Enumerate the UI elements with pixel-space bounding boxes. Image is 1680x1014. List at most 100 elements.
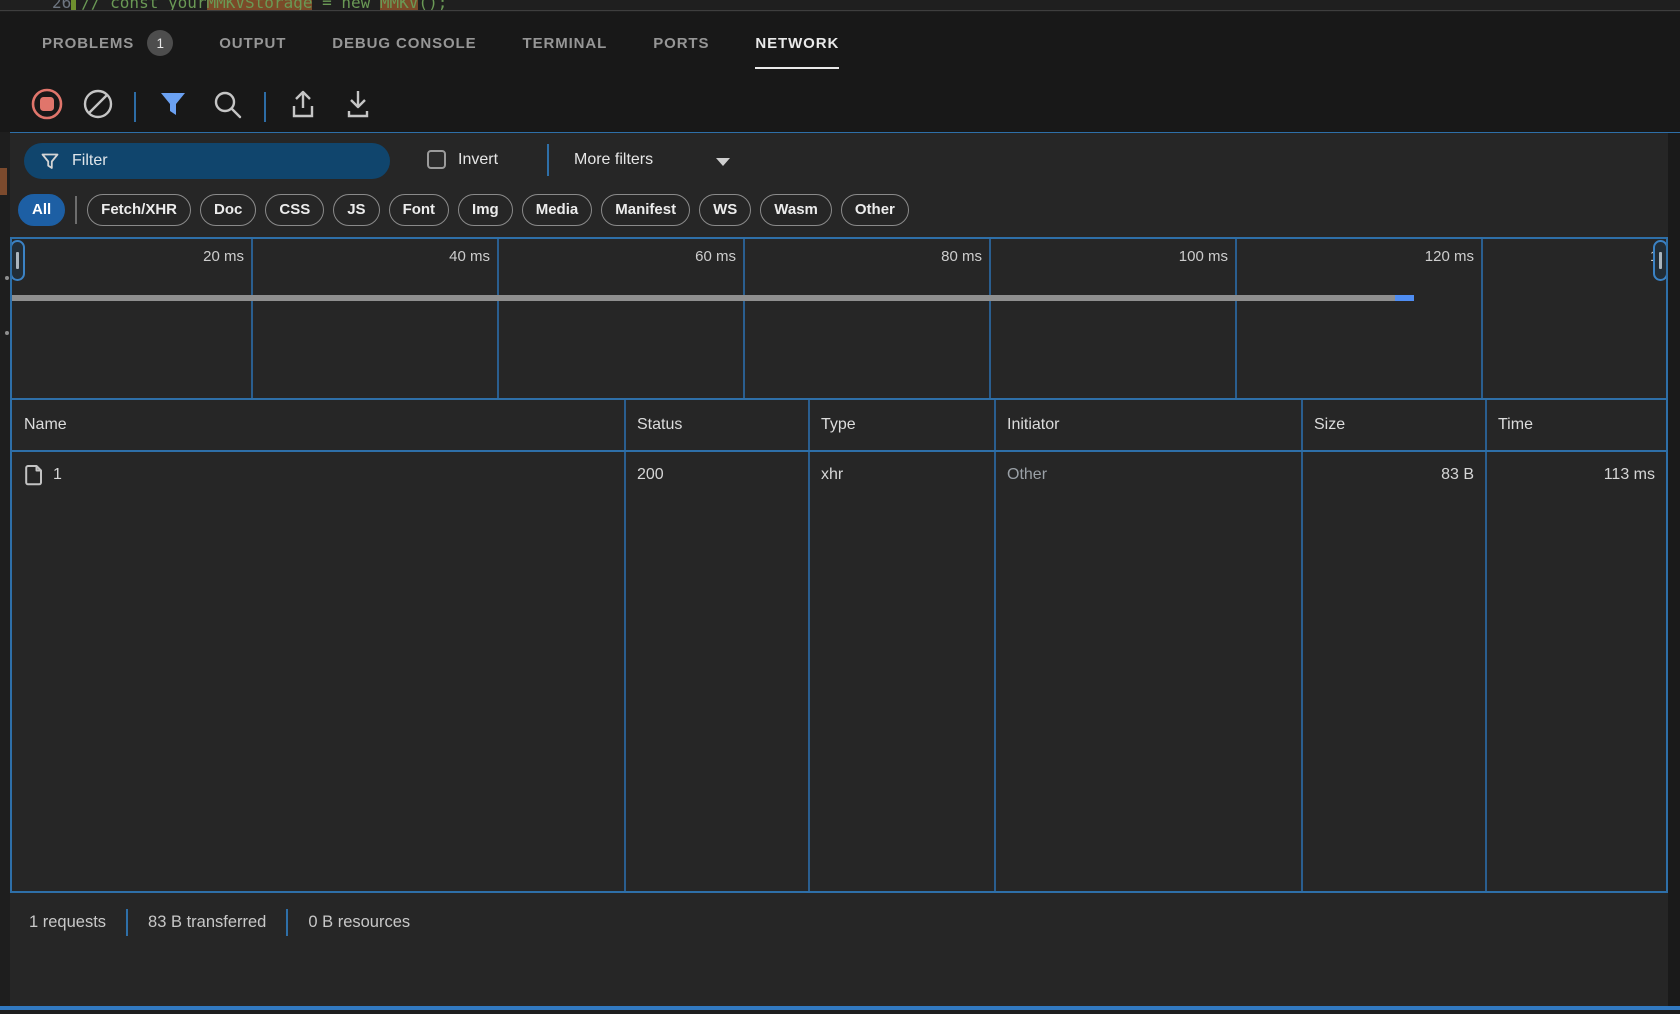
network-panel: Invert More filters All Fetch/XHR Doc CS… [10,133,1668,1006]
block-icon [82,88,114,120]
panel-bottom-border [0,1006,1680,1010]
filter-row-divider [547,144,549,176]
filter-chip-img[interactable]: Img [458,194,513,226]
vscode-panel-screen: 26// const yourMMKVStorage = new MMKV();… [0,0,1680,1014]
cell-name: 1 [12,452,624,498]
request-row[interactable]: 1 200 xhr Other 83 B 113 ms [12,452,1666,498]
filter-chip-other[interactable]: Other [841,194,909,226]
handle-grip [1659,252,1662,269]
record-button[interactable] [29,86,65,122]
tab-network-label: NETWORK [755,35,839,52]
toolbar-divider [134,92,136,122]
scroll-decoration [0,168,7,195]
column-header-initiator[interactable]: Initiator [995,400,1301,450]
filter-chip-wasm[interactable]: Wasm [760,194,832,226]
table-header: Name Status Type Initiator Size Time [12,400,1666,452]
overview-waterfall-bar [12,295,1395,301]
editor-code-sliver: 26// const yourMMKVStorage = new MMKV(); [0,0,1680,11]
chip-separator [75,196,77,224]
timeline-gridline [497,239,499,398]
column-header-time[interactable]: Time [1486,400,1666,450]
filter-chip-js[interactable]: JS [333,194,379,226]
filter-chip-fetch-xhr[interactable]: Fetch/XHR [87,194,191,226]
timeline-gridline [251,239,253,398]
search-icon [212,89,242,119]
line-number: 26 [52,0,71,11]
request-name: 1 [53,466,62,484]
invert-label: Invert [458,151,498,169]
problems-count-badge: 1 [147,30,173,56]
har-export-button[interactable] [285,86,321,122]
filter-chip-manifest[interactable]: Manifest [601,194,690,226]
column-header-status[interactable]: Status [625,400,808,450]
editor-code-line: 26// const yourMMKVStorage = new MMKV(); [52,0,447,11]
column-header-type[interactable]: Type [809,400,994,450]
record-icon [30,87,64,121]
filter-chip-doc[interactable]: Doc [200,194,256,226]
network-summary-bar: 1 requests 83 B transferred 0 B resource… [10,905,1668,939]
filter-field[interactable] [24,143,390,179]
panel-right-gutter [1668,133,1680,1006]
timeline-tick-label: 40 ms [449,248,490,265]
more-filters-button[interactable]: More filters [574,151,653,169]
cell-initiator: Other [995,452,1301,498]
overview-waterfall-download-segment [1395,295,1414,301]
filter-chip-ws[interactable]: WS [699,194,751,226]
toolbar-divider [264,92,266,122]
tab-terminal[interactable]: TERMINAL [523,12,608,74]
tab-network[interactable]: NETWORK [755,12,839,74]
tab-ports-label: PORTS [653,35,709,52]
timeline-tick-label: 120 ms [1425,248,1474,265]
summary-divider [286,909,288,936]
download-icon [343,88,373,120]
panel-tab-bar: PROBLEMS 1 OUTPUT DEBUG CONSOLE TERMINAL… [0,12,1680,74]
tab-terminal-label: TERMINAL [523,35,608,52]
timeline-gridline [743,239,745,398]
filter-chip-css[interactable]: CSS [265,194,324,226]
timeline-overview[interactable]: 20 ms 40 ms 60 ms 80 ms 100 ms 120 ms 1 [10,237,1668,398]
filter-toggle-button[interactable] [155,86,191,122]
timeline-gridline [989,239,991,398]
network-toolbar [0,74,1680,132]
column-header-size[interactable]: Size [1302,400,1485,450]
invert-checkbox[interactable] [427,150,446,169]
timeline-handle-right[interactable] [1653,240,1668,281]
filter-chip-font[interactable]: Font [389,194,449,226]
git-added-gutter-indicator [71,0,76,11]
timeline-gridline [1235,239,1237,398]
filter-input[interactable] [72,152,372,170]
transferred-size: 83 B transferred [148,913,266,932]
cell-type: xhr [809,452,994,498]
chevron-down-icon[interactable] [716,158,730,166]
tab-problems-label: PROBLEMS [42,35,134,52]
clear-requests-button[interactable] [80,86,116,122]
timeline-gridline [1481,239,1483,398]
tab-ports[interactable]: PORTS [653,12,709,74]
tab-problems[interactable]: PROBLEMS 1 [42,12,173,74]
search-button[interactable] [209,86,245,122]
timeline-tick-label: 80 ms [941,248,982,265]
code-comment: = new [312,0,379,11]
tab-output[interactable]: OUTPUT [219,12,286,74]
tab-debug-console[interactable]: DEBUG CONSOLE [332,12,476,74]
cell-size: 83 B [1302,452,1485,498]
har-import-button[interactable] [340,86,376,122]
timeline-tick-label: 20 ms [203,248,244,265]
resource-type-filters: All Fetch/XHR Doc CSS JS Font Img Media … [18,193,918,226]
filter-chip-media[interactable]: Media [522,194,593,226]
tab-output-label: OUTPUT [219,35,286,52]
code-comment: // const your [81,0,206,11]
funnel-icon [159,91,187,117]
funnel-outline-icon [41,153,59,170]
requests-count: 1 requests [29,913,106,932]
cell-time: 113 ms [1486,452,1666,498]
timeline-tick-label: 60 ms [695,248,736,265]
scroll-decoration-dot [5,331,9,335]
timeline-tick-label: 100 ms [1179,248,1228,265]
filter-chip-all[interactable]: All [18,194,65,226]
requests-table: Name Status Type Initiator Size Time 1 2… [10,398,1668,893]
timeline-handle-left[interactable] [10,240,25,281]
handle-grip [16,252,19,269]
column-header-name[interactable]: Name [12,400,624,450]
search-highlight: MMKV [380,0,419,11]
